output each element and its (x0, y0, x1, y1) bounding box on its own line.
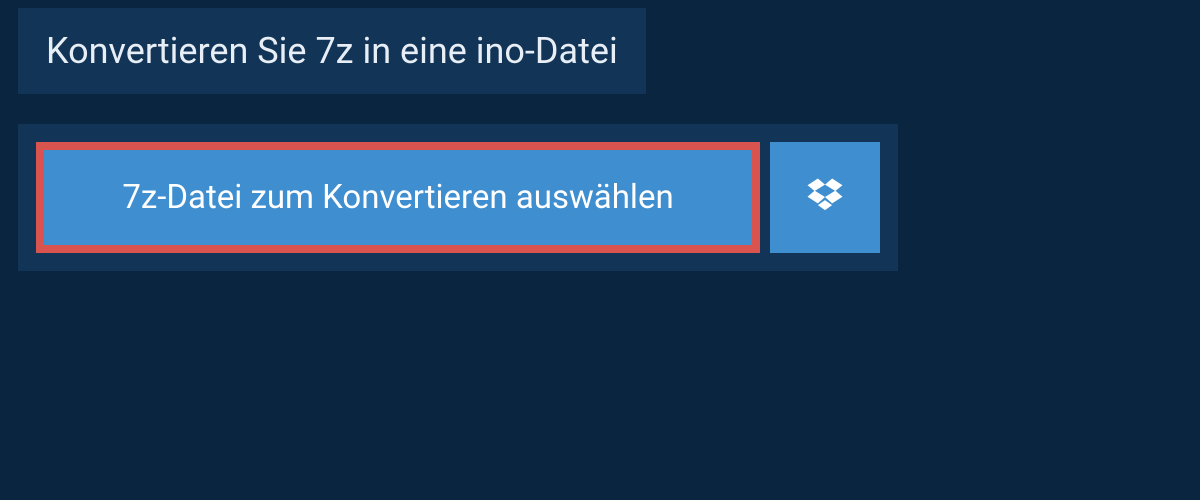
dropbox-button[interactable] (770, 142, 880, 253)
page-title: Konvertieren Sie 7z in eine ino-Datei (46, 30, 618, 72)
select-file-button[interactable]: 7z-Datei zum Konvertieren auswählen (36, 142, 760, 253)
upload-section: 7z-Datei zum Konvertieren auswählen (18, 124, 898, 271)
header-bar: Konvertieren Sie 7z in eine ino-Datei (18, 8, 646, 94)
select-file-label: 7z-Datei zum Konvertieren auswählen (122, 178, 673, 217)
dropbox-icon (805, 176, 845, 220)
